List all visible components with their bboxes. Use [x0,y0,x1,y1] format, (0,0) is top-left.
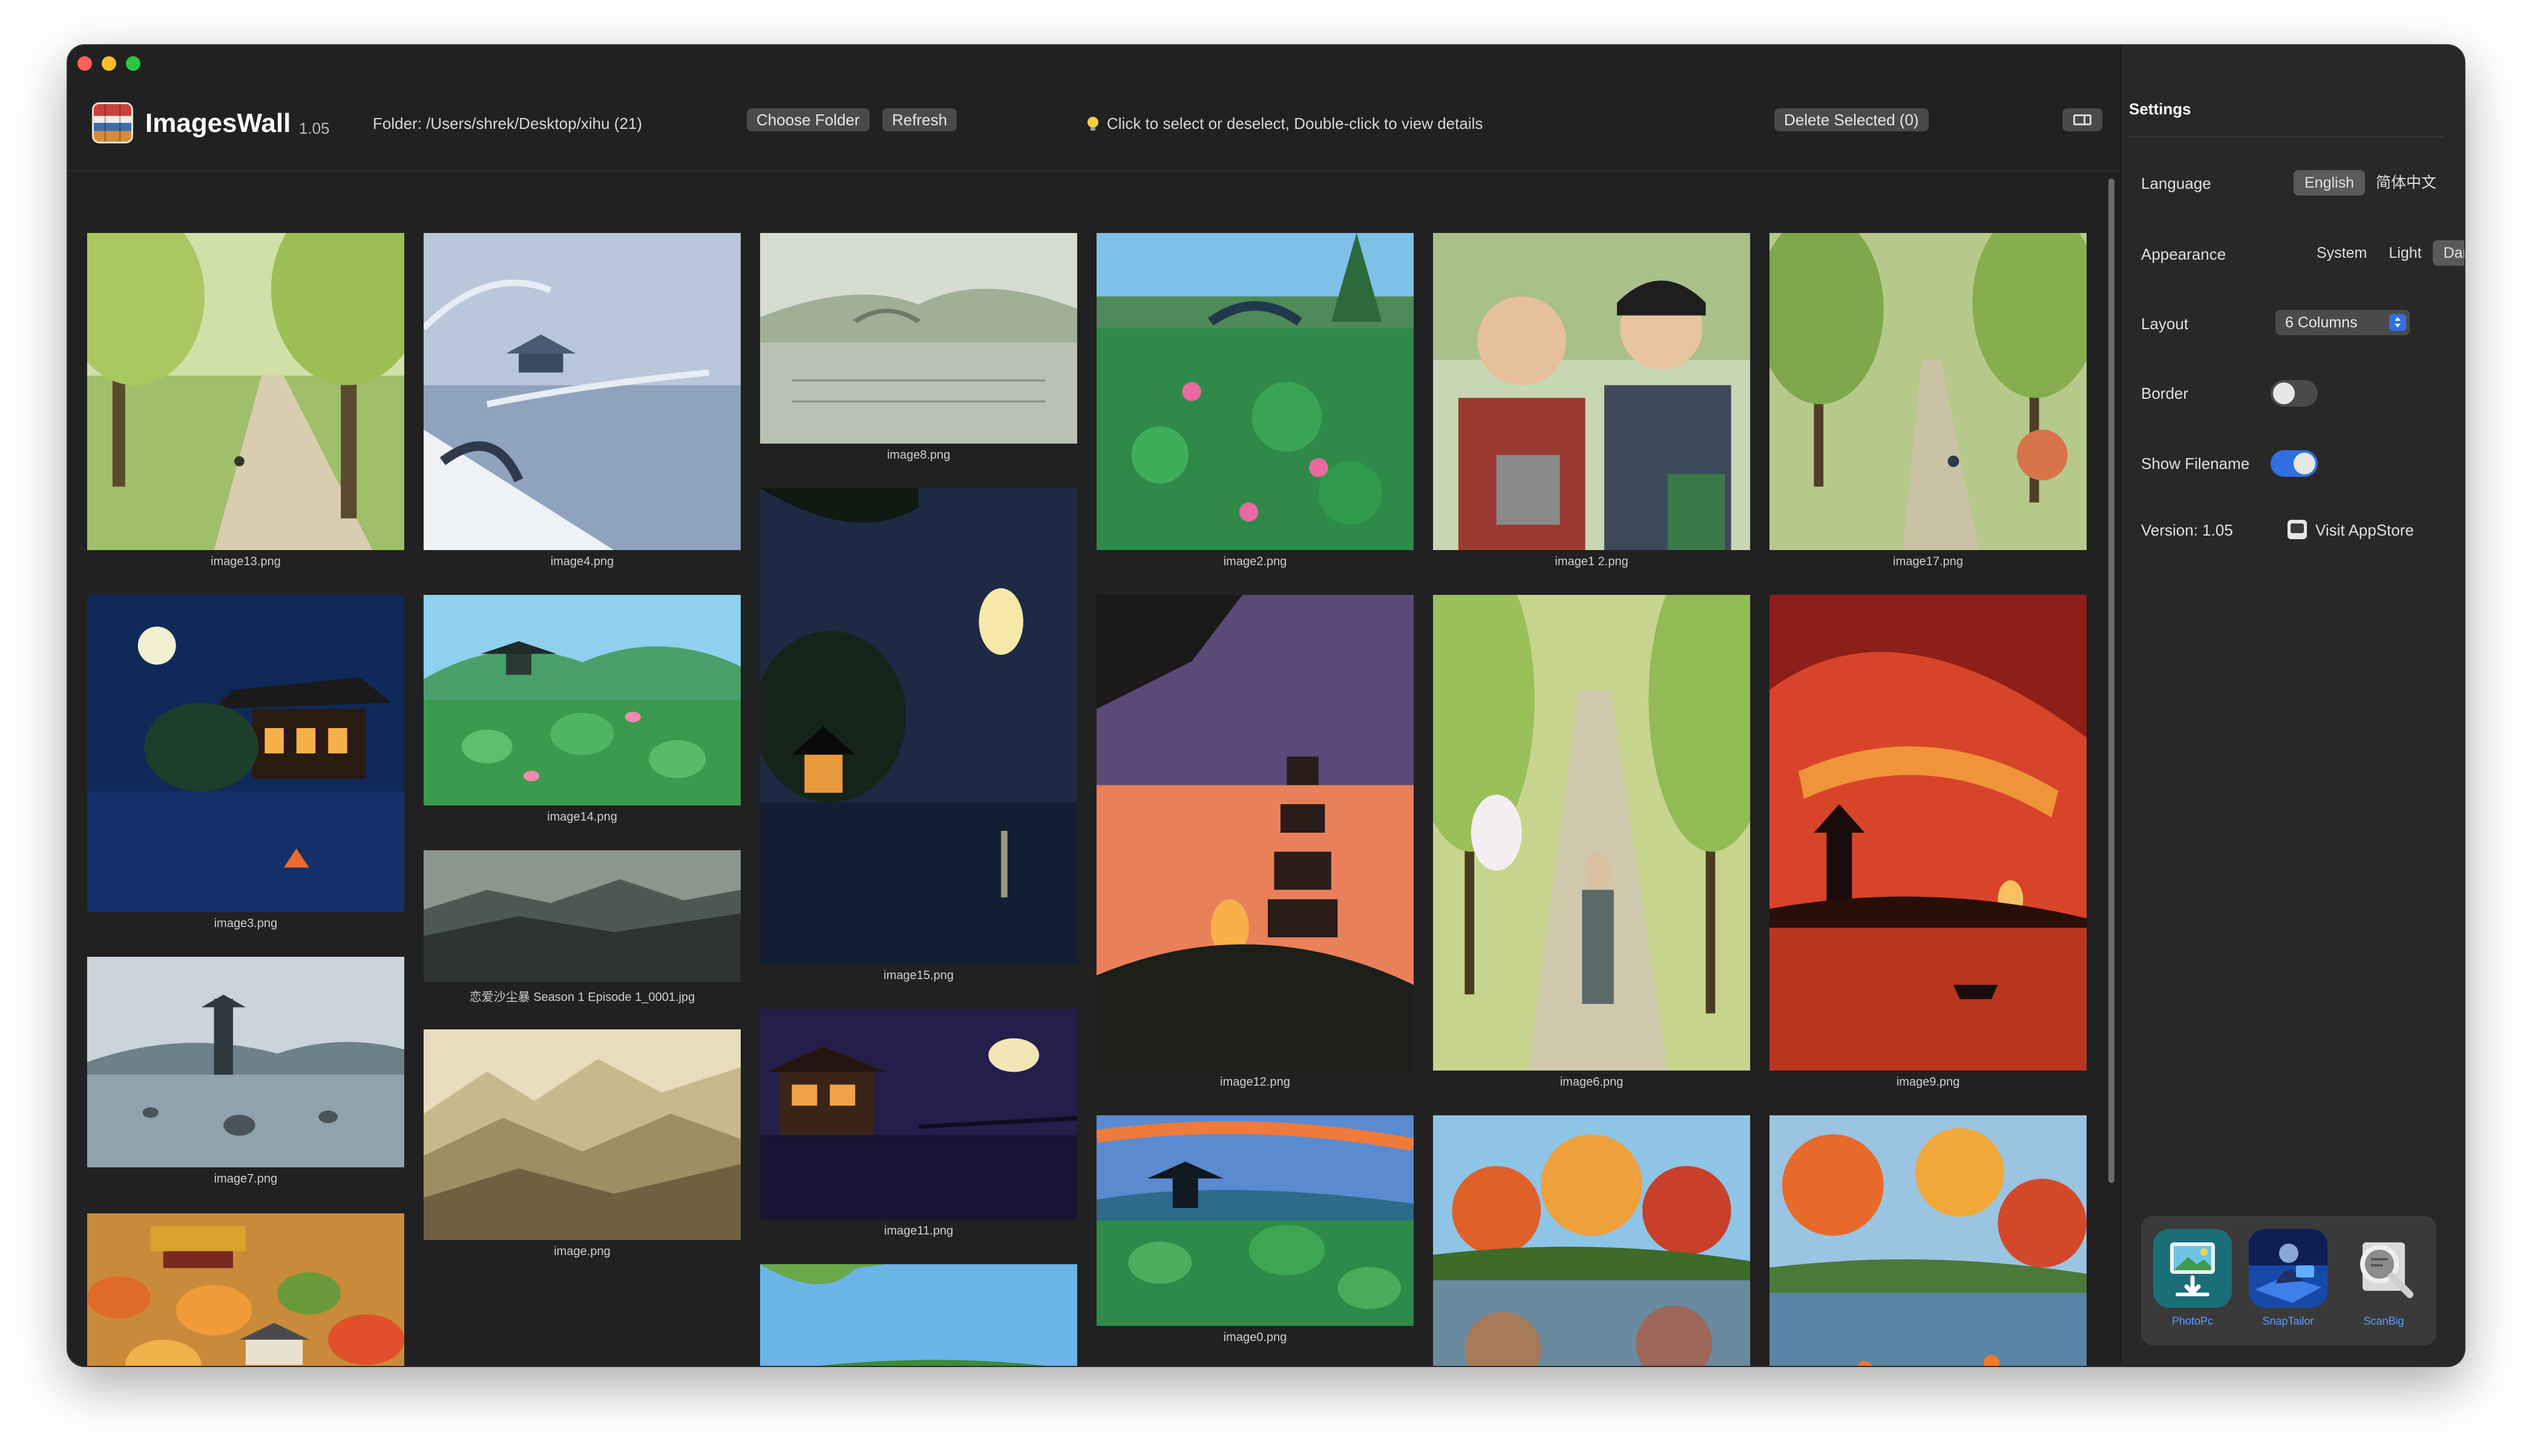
image-thumbnail[interactable] [1097,595,1414,1071]
version-label: Version: 1.05 [2141,521,2233,539]
image-filename: image7.png [214,1172,278,1185]
image-filename: image.png [554,1245,611,1258]
scrollbar-thumb[interactable] [2108,179,2114,1183]
image-thumbnail[interactable] [87,595,404,912]
layout-label: Layout [2141,315,2189,333]
image-filename: image13.png [211,555,281,568]
appearance-option-system[interactable]: System [2306,240,2378,266]
promo-app-name: ScanBig [2363,1315,2404,1327]
image-filename: image11.png [884,1224,954,1238]
image-filename: 恋爱沙尘暴 Season 1 Episode 1_0001.jpg [469,991,695,1004]
settings-title: Settings [2129,100,2191,118]
layout-select[interactable]: 6 Columns [2275,310,2410,335]
folder-path-label: Folder: /Users/shrek/Desktop/xihu (21) [373,114,643,133]
promo-apps-panel: PhotoPc SnapTailor ScanBig [2141,1216,2436,1345]
image-thumbnail[interactable] [760,233,1077,444]
promo-app-name: PhotoPc [2171,1315,2214,1327]
image-filename: image6.png [1560,1075,1624,1089]
image-filename: image3.png [214,917,278,930]
language-option-chinese[interactable]: 简体中文 [2365,170,2447,195]
image-filename: image17.png [1893,555,1963,568]
image-thumbnail[interactable] [1433,595,1750,1071]
promo-app-scanbig[interactable]: ScanBig [2344,1229,2423,1328]
language-segmented-control: English 简体中文 [2294,170,2447,195]
appstore-icon[interactable] [2288,520,2307,539]
refresh-button[interactable]: Refresh [882,108,957,131]
promo-app-name: SnapTailor [2262,1315,2314,1327]
image-thumbnail[interactable] [424,850,741,982]
appearance-label: Appearance [2141,245,2226,263]
promo-app-snaptailor[interactable]: SnapTailor [2249,1229,2327,1328]
show-filename-toggle[interactable] [2271,450,2318,477]
image-thumbnail[interactable] [1433,233,1750,550]
settings-sidebar: Settings Language English 简体中文 Appearanc… [2120,45,2464,1366]
image-thumbnail[interactable] [1097,1115,1414,1326]
image-thumbnail[interactable] [87,233,404,550]
image-filename: image9.png [1896,1075,1960,1089]
image-thumbnail[interactable] [1097,233,1414,550]
choose-folder-button[interactable]: Choose Folder [747,108,870,131]
sidebar-toggle-icon[interactable] [2062,108,2102,131]
image-thumbnail[interactable] [1433,1115,1750,1366]
image-gallery: image13.png image4.png image8.png image2.pn… [68,171,2106,1366]
toggle-knob [2273,382,2295,404]
language-option-english[interactable]: English [2294,170,2365,195]
image-thumbnail[interactable] [760,1264,1077,1366]
delete-selected-button[interactable]: Delete Selected (0) [1774,108,1929,131]
appearance-option-light[interactable]: Light [2378,240,2432,266]
app-title: ImagesWall [145,108,291,138]
lightbulb-icon [1087,117,1098,131]
image-filename: image2.png [1223,555,1287,568]
image-filename: image0.png [1223,1331,1287,1344]
image-thumbnail[interactable] [760,1009,1077,1219]
app-version: 1.05 [299,119,330,137]
usage-hint: Click to select or deselect, Double-clic… [1087,114,1483,133]
image-filename: image4.png [550,555,614,568]
main-area: ImagesWall 1.05 Folder: /Users/shrek/Des… [68,45,2120,1366]
image-thumbnail[interactable] [87,1213,404,1366]
gallery-scrollbar[interactable] [2107,171,2116,1366]
image-thumbnail[interactable] [424,595,741,805]
border-label: Border [2141,384,2189,402]
image-thumbnail[interactable] [1769,595,2087,1071]
layout-select-value: 6 Columns [2285,314,2358,331]
border-toggle[interactable] [2271,380,2318,407]
snaptailor-icon [2249,1229,2327,1308]
image-thumbnail[interactable] [424,1029,741,1240]
visit-appstore-link[interactable]: Visit AppStore [2315,521,2414,540]
appearance-segmented-control: System Light Dark [2306,240,2464,266]
language-label: Language [2141,174,2211,192]
image-filename: image8.png [887,448,951,462]
app-logo-icon [92,102,133,143]
image-thumbnail[interactable] [1769,233,2087,550]
image-filename: image14.png [547,810,617,824]
image-thumbnail[interactable] [1769,1115,2087,1366]
usage-hint-text: Click to select or deselect, Double-clic… [1107,114,1483,133]
appearance-option-dark[interactable]: Dark [2432,240,2464,266]
toggle-knob [2294,453,2315,474]
show-filename-label: Show Filename [2141,454,2250,473]
toolbar: ImagesWall 1.05 Folder: /Users/shrek/Des… [68,82,2120,171]
image-filename: image12.png [1220,1075,1290,1089]
chevron-updown-icon [2389,314,2406,331]
photo-download-icon [2153,1229,2232,1308]
magnifier-icon [2344,1229,2423,1308]
app-window: ImagesWall 1.05 Folder: /Users/shrek/Des… [68,45,2464,1366]
settings-divider [2129,136,2444,137]
image-thumbnail[interactable] [424,233,741,550]
image-thumbnail[interactable] [87,957,404,1167]
image-filename: image1 2.png [1555,555,1628,568]
image-filename: image15.png [884,969,954,982]
image-thumbnail[interactable] [760,488,1077,964]
promo-app-photopc[interactable]: PhotoPc [2153,1229,2232,1328]
